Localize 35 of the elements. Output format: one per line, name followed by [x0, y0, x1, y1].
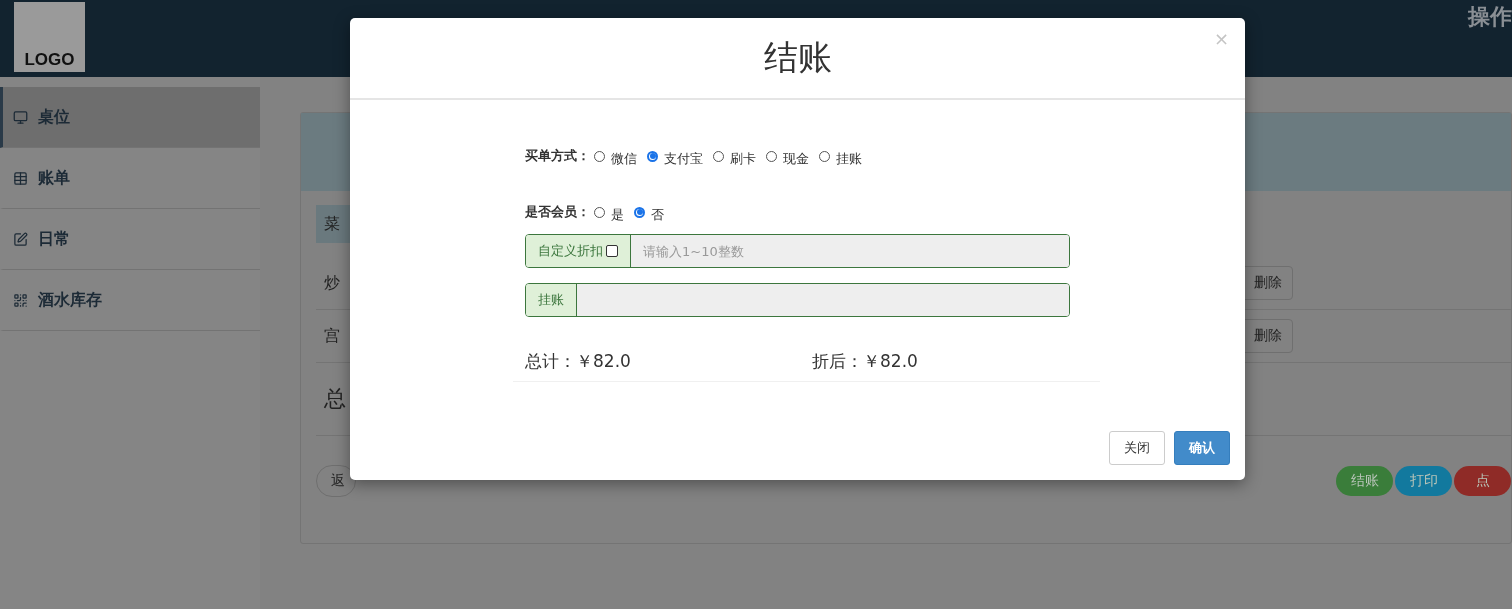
credit-field[interactable]: 挂账: [525, 283, 1070, 317]
radio-option[interactable]: 是: [594, 200, 624, 224]
monitor-icon: [13, 109, 28, 125]
edit-icon: [13, 231, 28, 247]
operator-label: 操作: [1468, 3, 1512, 31]
radio-button[interactable]: [647, 150, 658, 162]
action-button[interactable]: 结账: [1336, 466, 1393, 496]
close-button[interactable]: 关闭: [1109, 431, 1165, 465]
dialog-title: 结账: [763, 36, 832, 79]
action-button[interactable]: 打印: [1395, 466, 1452, 496]
table-cell-text: 炒: [323, 272, 341, 294]
table-icon: [13, 170, 28, 186]
table-cell-text: 宫: [323, 325, 341, 347]
checkbox[interactable]: [606, 245, 618, 257]
discounted-amount: 折后：￥82.0: [812, 350, 919, 373]
radio-option[interactable]: 挂账: [819, 144, 862, 168]
radio-option[interactable]: 刷卡: [713, 144, 756, 168]
discount-addon: 自定义折扣: [526, 235, 631, 267]
radio-button[interactable]: [634, 206, 645, 218]
total-amount: 总计：￥82.0: [525, 350, 632, 373]
field-label: 是否会员：: [525, 203, 590, 221]
radio-option[interactable]: 微信: [594, 144, 637, 168]
total-label: 总: [323, 385, 346, 413]
confirm-button[interactable]: 确认: [1174, 431, 1230, 465]
radio-option[interactable]: 支付宝: [647, 144, 703, 168]
field-label: 买单方式：: [525, 147, 590, 165]
sidebar-item[interactable]: 桌位: [0, 87, 260, 148]
discount-field[interactable]: 自定义折扣 请输入1~10整数: [525, 234, 1070, 268]
action-button[interactable]: 点: [1454, 466, 1511, 496]
radio-option[interactable]: 否: [634, 200, 664, 224]
qr-code-icon: [13, 292, 28, 308]
credit-addon: 挂账: [526, 284, 577, 316]
logo: LOGO: [14, 2, 85, 72]
radio-option[interactable]: 现金: [766, 144, 809, 168]
back-button[interactable]: 返: [316, 465, 356, 497]
